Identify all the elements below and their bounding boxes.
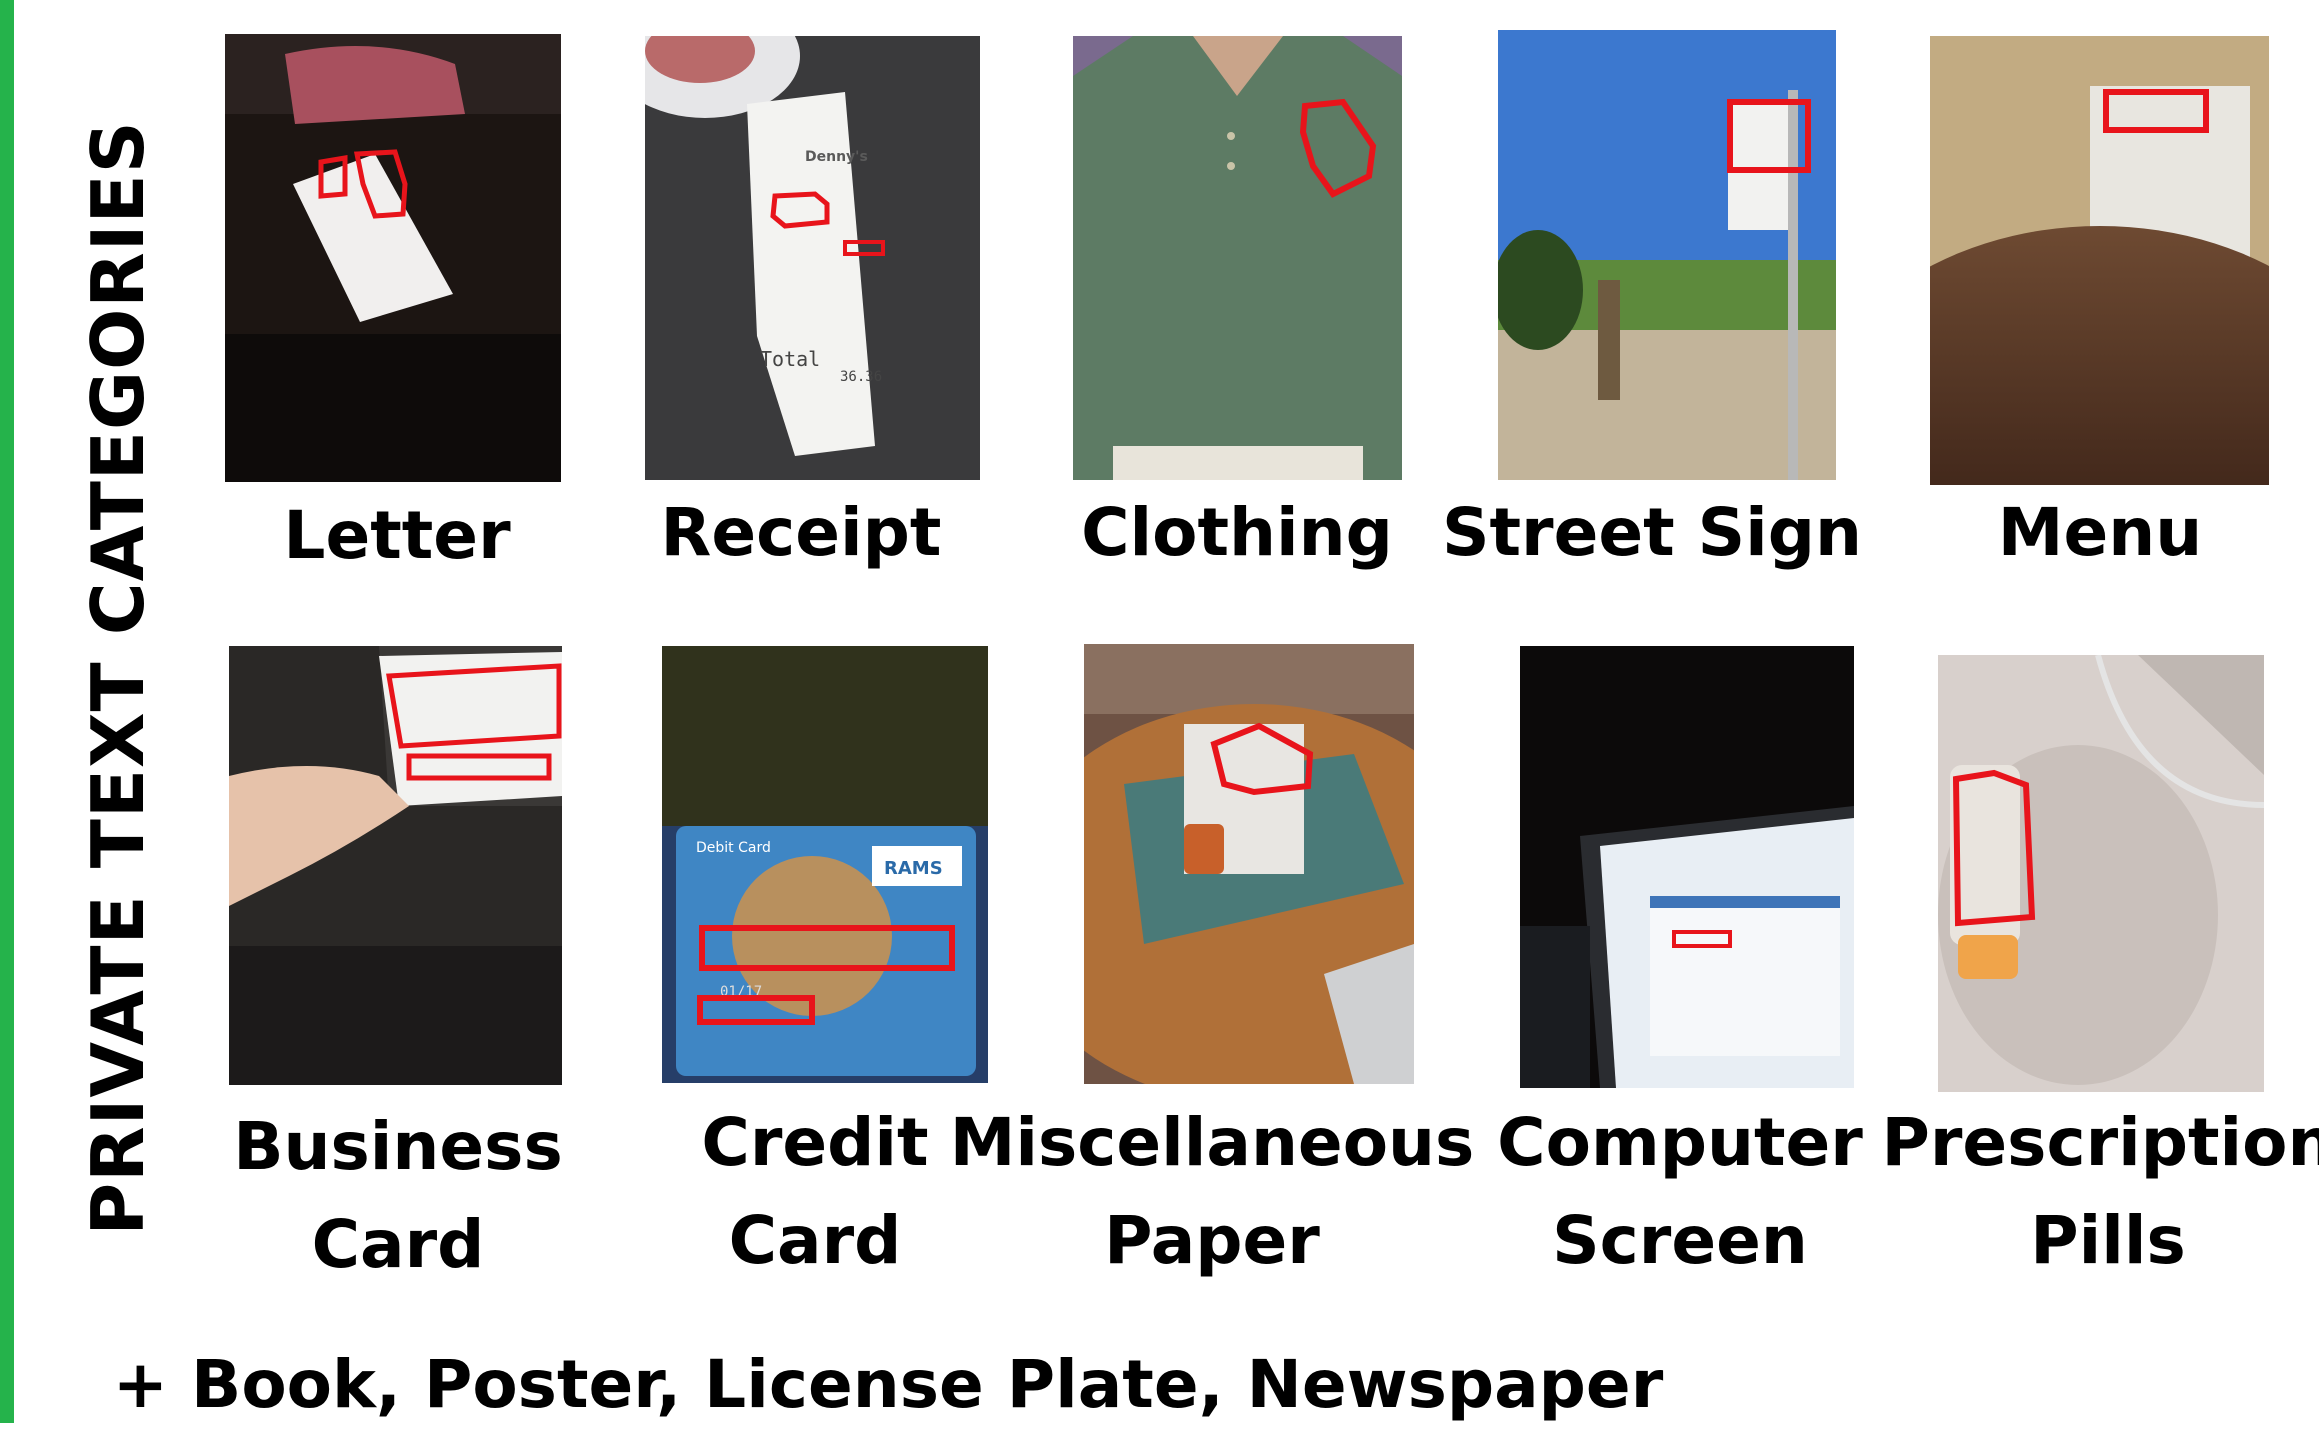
category-label-letter: Letter xyxy=(283,497,511,574)
photo-menu xyxy=(1930,36,2269,485)
card-type: Debit Card xyxy=(696,840,771,856)
category-label-prescription-pills: Prescription Pills xyxy=(1881,1104,2319,1279)
accent-bar xyxy=(0,0,14,1423)
photo-receipt: Denny's Total 36.36 xyxy=(645,36,980,480)
photo-street-sign xyxy=(1498,30,1836,480)
category-label-computer-screen: Computer Screen xyxy=(1497,1104,1863,1279)
footer-additional-categories: + Book, Poster, License Plate, Newspaper xyxy=(112,1346,1664,1423)
photo-computer-screen xyxy=(1520,646,1854,1088)
side-title: PRIVATE TEXT CATEGORIES xyxy=(76,120,160,1236)
photo-miscellaneous-paper xyxy=(1084,644,1414,1084)
photo-business-card xyxy=(229,646,562,1085)
photo-letter xyxy=(225,34,561,482)
card-brand: RAMS xyxy=(884,858,943,879)
category-label-clothing: Clothing xyxy=(1081,494,1393,571)
photo-clothing xyxy=(1073,36,1402,480)
category-label-street-sign: Street Sign xyxy=(1441,494,1863,571)
photo-credit-card: Debit Card RAMS 01/17 xyxy=(662,646,988,1083)
photo-prescription-pills xyxy=(1938,655,2264,1092)
receipt-brand: Denny's xyxy=(805,149,868,165)
receipt-amount: 36.36 xyxy=(840,369,882,385)
category-label-business-card: Business Card xyxy=(233,1108,563,1283)
category-label-miscellaneous-paper: Miscellaneous Paper xyxy=(949,1104,1475,1279)
category-label-receipt: Receipt xyxy=(660,494,942,571)
category-label-menu: Menu xyxy=(1997,494,2203,571)
receipt-total-label: Total xyxy=(760,347,820,371)
category-label-credit-card: Credit Card xyxy=(701,1104,929,1279)
